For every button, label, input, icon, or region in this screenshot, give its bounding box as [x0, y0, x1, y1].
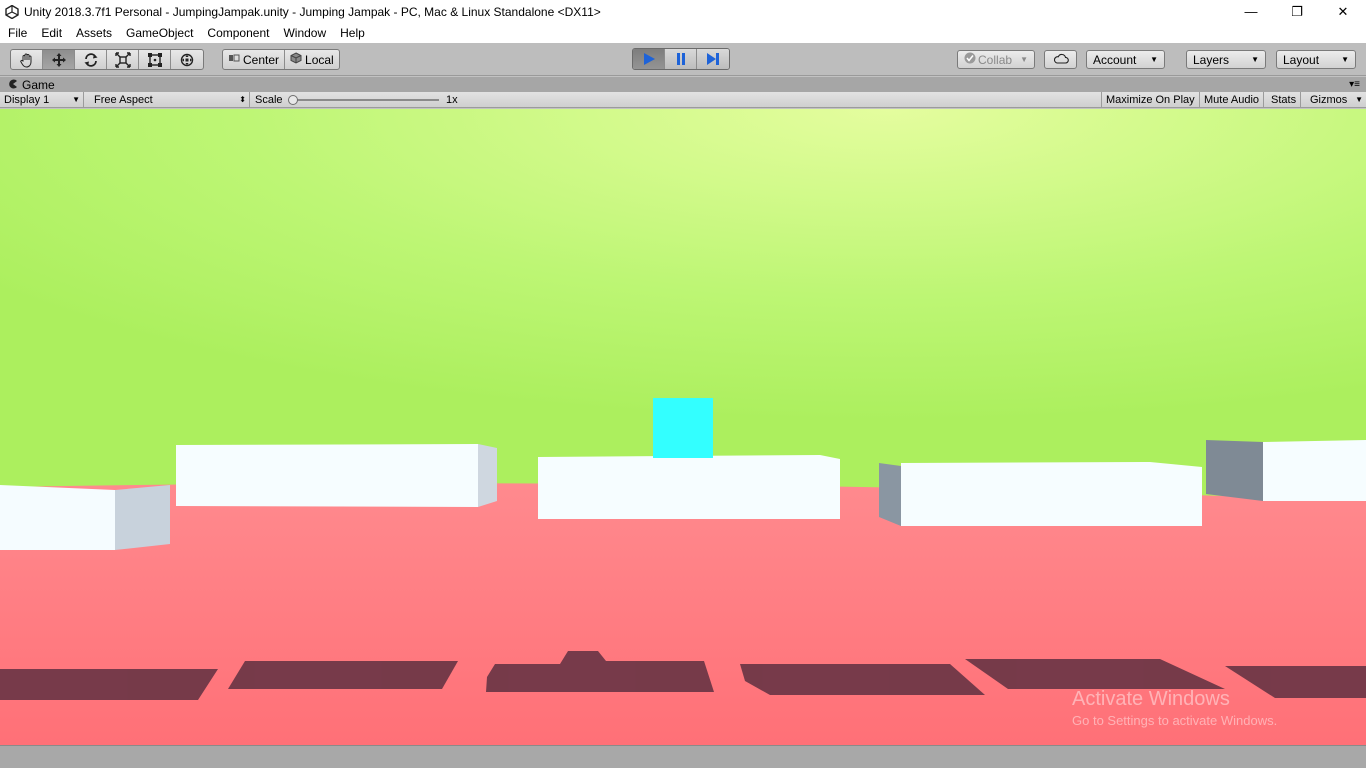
menu-bar: File Edit Assets GameObject Component Wi… [0, 23, 1366, 43]
menu-component[interactable]: Component [200, 23, 276, 43]
hand-tool-icon[interactable] [11, 50, 43, 69]
step-icon[interactable] [697, 49, 729, 69]
watermark-subtitle: Go to Settings to activate Windows. [1072, 713, 1278, 728]
chevron-down-icon: ▼ [72, 95, 80, 104]
player-cube [653, 398, 713, 458]
display-dropdown[interactable]: Display 1 ▼ [0, 92, 84, 108]
game-tab-bar: Game ▾≡ [0, 77, 1366, 92]
scale-slider-track[interactable] [291, 99, 439, 101]
chevron-down-icon: ▼ [1251, 55, 1259, 64]
unity-logo-icon [4, 4, 20, 20]
restore-button[interactable]: ❐ [1274, 0, 1320, 23]
menu-help[interactable]: Help [333, 23, 372, 43]
watermark-title: Activate Windows [1072, 688, 1230, 710]
local-cube-icon [290, 52, 302, 67]
platform [538, 455, 840, 519]
maximize-on-play-label: Maximize On Play [1106, 94, 1195, 106]
tab-menu-icon[interactable]: ▾≡ [1349, 77, 1360, 92]
pause-icon[interactable] [665, 49, 697, 69]
platform [901, 462, 1202, 526]
shadow [228, 661, 458, 689]
playback-controls [632, 48, 730, 70]
pivot-toggles: Center Local [222, 49, 340, 70]
window-title: Unity 2018.3.7f1 Personal - JumpingJampa… [24, 4, 601, 19]
game-view-toolbar: Display 1 ▼ Free Aspect ⬍ Scale 1x Maxim… [0, 92, 1366, 108]
platform-side [879, 463, 901, 526]
pacman-game-icon [8, 78, 18, 92]
pivot-center-icon [228, 52, 240, 67]
check-icon [964, 52, 976, 67]
chevron-down-icon: ▼ [1355, 95, 1363, 104]
platform [0, 485, 115, 550]
collab-dropdown[interactable]: Collab ▼ [957, 50, 1035, 69]
aspect-label: Free Aspect [94, 94, 153, 106]
shadow [740, 664, 985, 695]
menu-gameobject[interactable]: GameObject [119, 23, 200, 43]
rotate-tool-icon[interactable] [75, 50, 107, 69]
status-bar [0, 745, 1366, 768]
menu-edit[interactable]: Edit [34, 23, 69, 43]
platform-side [1206, 440, 1263, 501]
layout-dropdown[interactable]: Layout ▼ [1276, 50, 1356, 69]
account-label: Account [1093, 52, 1137, 67]
play-icon[interactable] [633, 49, 665, 69]
game-viewport[interactable] [0, 109, 1366, 745]
chevron-down-icon: ▼ [1341, 55, 1349, 64]
scale-tool-icon[interactable] [107, 50, 139, 69]
platform-side [115, 485, 170, 550]
layers-dropdown[interactable]: Layers ▼ [1186, 50, 1266, 69]
stats-toggle[interactable]: Stats [1267, 92, 1302, 108]
platform [1263, 440, 1366, 501]
transform-tools [10, 49, 204, 70]
pivot-local-label: Local [305, 52, 334, 67]
updown-arrows-icon: ⬍ [239, 95, 246, 104]
platform [176, 444, 478, 507]
chevron-down-icon: ▼ [1150, 55, 1158, 64]
close-button[interactable]: ✕ [1320, 0, 1366, 23]
tab-game-label: Game [22, 77, 55, 92]
move-tool-icon[interactable] [43, 50, 75, 69]
platform-side [478, 444, 497, 507]
game-scene [0, 109, 1366, 745]
cloud-button[interactable] [1044, 50, 1077, 69]
gizmos-label: Gizmos [1310, 94, 1348, 106]
chevron-down-icon: ▼ [1020, 55, 1028, 64]
tab-game[interactable]: Game [4, 77, 59, 92]
pivot-center-button[interactable]: Center [223, 50, 286, 69]
pivot-center-label: Center [243, 52, 280, 67]
menu-assets[interactable]: Assets [69, 23, 119, 43]
aspect-dropdown[interactable]: Free Aspect ⬍ [90, 92, 250, 108]
layout-label: Layout [1283, 52, 1320, 67]
window-title-bar: Unity 2018.3.7f1 Personal - JumpingJampa… [0, 0, 1366, 23]
maximize-on-play-toggle[interactable]: Maximize On Play [1101, 92, 1200, 108]
pivot-local-button[interactable]: Local [285, 50, 339, 69]
display-label: Display 1 [4, 94, 50, 106]
account-dropdown[interactable]: Account ▼ [1086, 50, 1165, 69]
activate-windows-watermark: Activate Windows Go to Settings to activ… [1072, 688, 1277, 728]
transform-tool-icon[interactable] [171, 50, 203, 69]
scale-value: 1x [446, 94, 458, 106]
cloud-icon [1053, 53, 1069, 67]
scale-label: Scale [255, 94, 283, 106]
mute-audio-label: Mute Audio [1204, 94, 1260, 106]
menu-window[interactable]: Window [276, 23, 333, 43]
layers-label: Layers [1193, 52, 1230, 67]
stats-label: Stats [1271, 94, 1297, 106]
menu-file[interactable]: File [1, 23, 34, 43]
scale-slider-thumb[interactable] [288, 95, 298, 105]
rect-tool-icon[interactable] [139, 50, 171, 69]
minimize-button[interactable]: — [1228, 0, 1274, 23]
collab-label: Collab [978, 52, 1013, 67]
shadow [0, 669, 218, 700]
main-toolbar: Center Local Collab ▼ Account ▼ Layers ▼… [0, 43, 1366, 76]
mute-audio-toggle[interactable]: Mute Audio [1200, 92, 1265, 108]
gizmos-dropdown[interactable]: Gizmos ▼ [1306, 92, 1366, 108]
